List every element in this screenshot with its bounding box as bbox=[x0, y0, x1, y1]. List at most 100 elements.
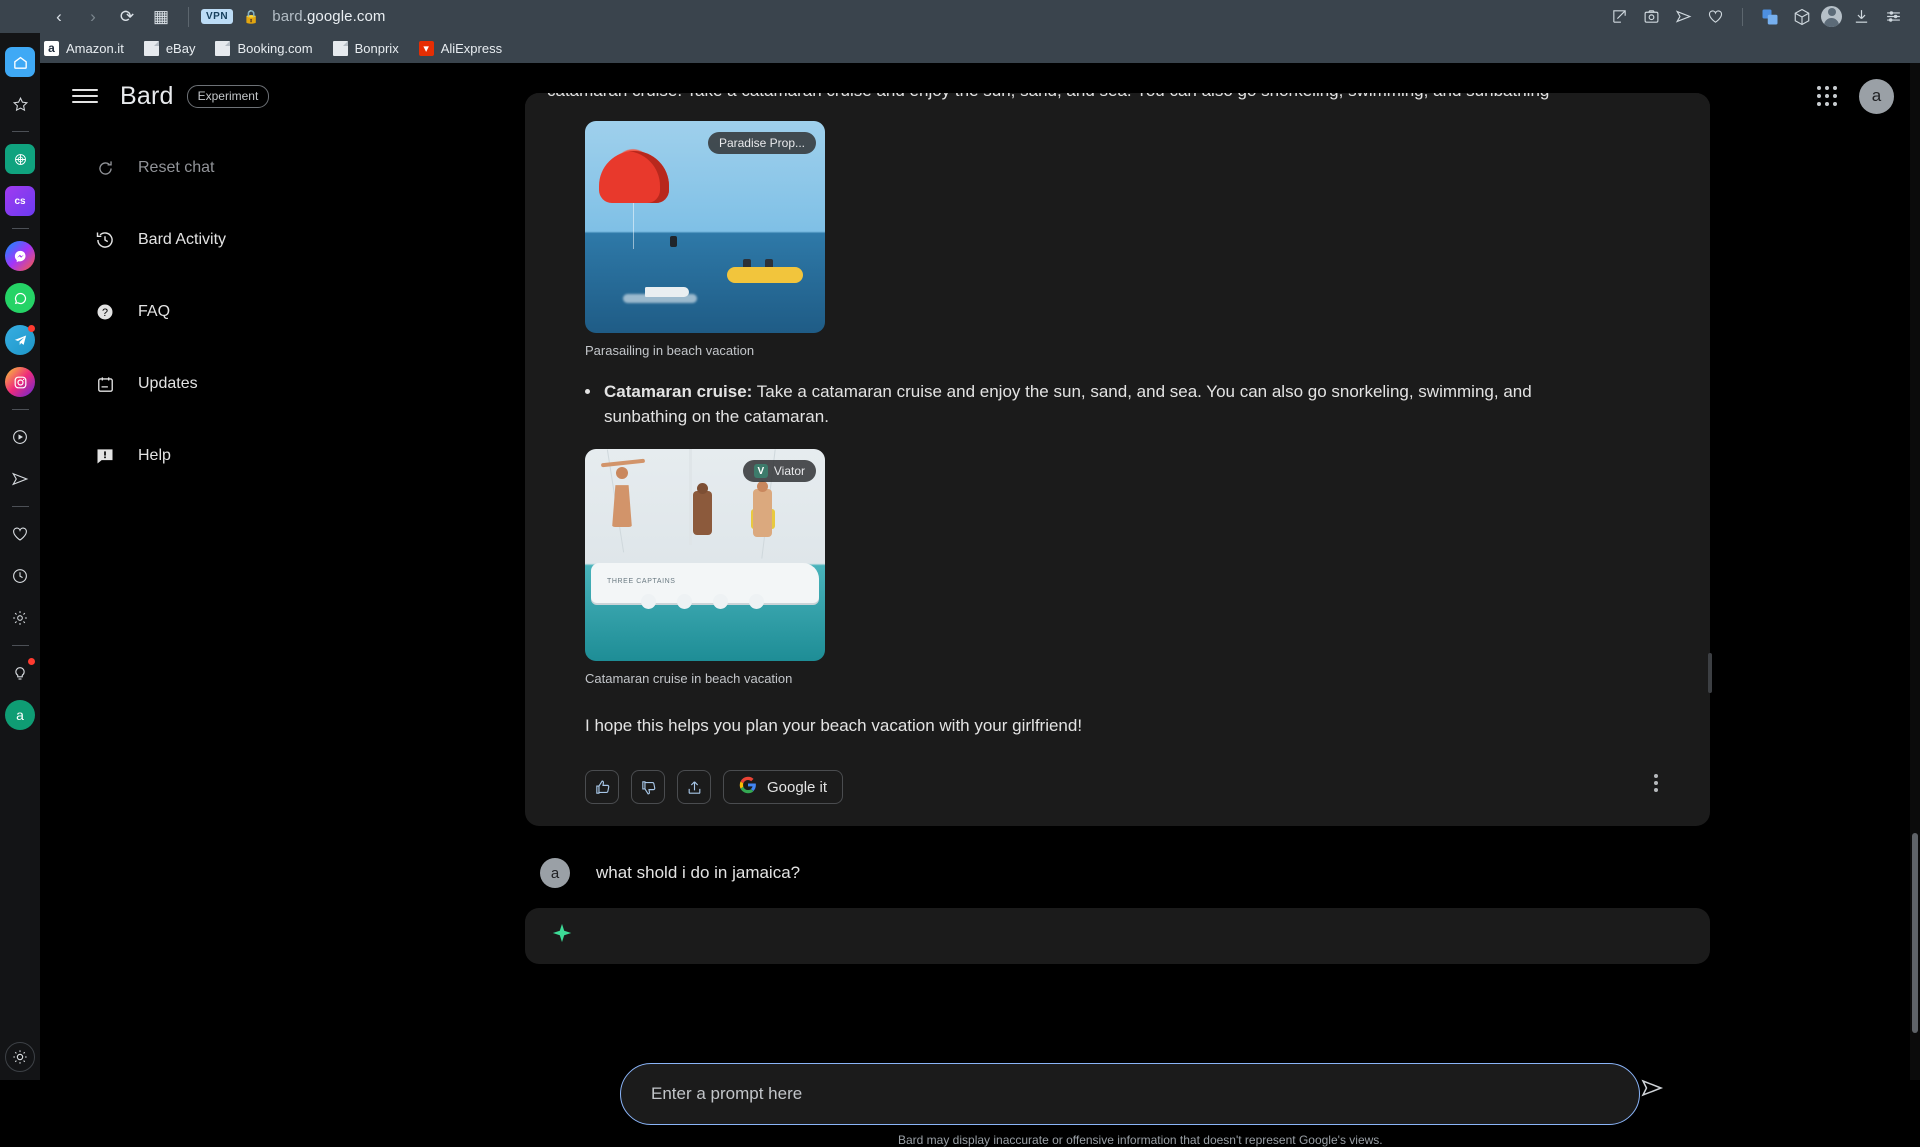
messenger-icon[interactable] bbox=[5, 241, 35, 271]
translate-icon[interactable] bbox=[1757, 4, 1783, 30]
parasailer-figure bbox=[670, 236, 677, 247]
speedboat-shape bbox=[645, 287, 689, 297]
svg-text:?: ? bbox=[102, 307, 108, 319]
reload-icon[interactable]: ⟳ bbox=[112, 2, 142, 32]
bullet-item: Catamaran cruise: Take a catamaran cruis… bbox=[585, 380, 1650, 429]
download-icon[interactable] bbox=[1848, 4, 1874, 30]
play-circle-icon[interactable] bbox=[5, 422, 35, 452]
bard-sparkle-icon bbox=[551, 922, 573, 950]
bookmark-amazon[interactable]: a Amazon.it bbox=[44, 41, 124, 56]
history-clock-icon[interactable] bbox=[5, 561, 35, 591]
sidebar-item-help[interactable]: Help bbox=[40, 431, 420, 481]
person-figure bbox=[693, 491, 712, 535]
response-scrollbar[interactable] bbox=[1708, 653, 1712, 693]
person-figure bbox=[611, 473, 633, 527]
lock-icon: 🔒 bbox=[243, 9, 259, 25]
settings-sliders-icon[interactable] bbox=[1880, 4, 1906, 30]
send-icon[interactable] bbox=[1670, 4, 1696, 30]
sidebar-item-bard-activity[interactable]: Bard Activity bbox=[40, 215, 420, 265]
share-icon[interactable] bbox=[677, 770, 711, 804]
catamaran-cruise-image[interactable]: THREE CAPTAINS V Viator bbox=[585, 449, 825, 661]
fender-shape bbox=[677, 594, 692, 609]
reset-icon bbox=[94, 157, 116, 179]
help-circle-icon: ? bbox=[94, 301, 116, 323]
tab-grid-icon[interactable]: ▦ bbox=[146, 2, 176, 32]
heart-icon[interactable] bbox=[5, 519, 35, 549]
cs-app-icon[interactable]: cs bbox=[5, 186, 35, 216]
send-icon[interactable] bbox=[1640, 1076, 1664, 1106]
sidebar-item-reset-chat[interactable]: Reset chat bbox=[40, 143, 420, 193]
hamburger-menu-icon[interactable] bbox=[72, 83, 98, 109]
image-source-badge[interactable]: Paradise Prop... bbox=[708, 132, 816, 154]
image-block-parasailing: Paradise Prop... Parasailing in beach va… bbox=[585, 121, 1650, 358]
spacer bbox=[40, 337, 420, 359]
bookmark-booking[interactable]: Booking.com bbox=[215, 41, 312, 56]
person-head bbox=[616, 467, 628, 479]
bookmarks-bar: a Amazon.it eBay Booking.com Bonprix ▾ A… bbox=[0, 33, 1920, 63]
avatar[interactable]: a bbox=[1859, 79, 1894, 114]
avatar: a bbox=[540, 858, 570, 888]
bookmark-ebay[interactable]: eBay bbox=[144, 41, 196, 56]
back-arrow-icon[interactable]: ‹ bbox=[44, 2, 74, 32]
whatsapp-icon[interactable] bbox=[5, 283, 35, 313]
openai-icon[interactable] bbox=[5, 144, 35, 174]
thumb-down-icon[interactable] bbox=[631, 770, 665, 804]
page-icon bbox=[333, 41, 348, 56]
os-sidebar-rail: cs a bbox=[0, 33, 40, 1080]
search-input[interactable] bbox=[651, 1084, 1609, 1104]
viator-icon: V bbox=[754, 464, 768, 478]
google-apps-grid-icon[interactable] bbox=[1817, 86, 1837, 106]
account-avatar-icon[interactable]: a bbox=[5, 700, 35, 730]
banana-boat-shape bbox=[727, 267, 803, 283]
rail-divider bbox=[12, 645, 29, 646]
spacer bbox=[40, 409, 420, 431]
bookmark-bonprix[interactable]: Bonprix bbox=[333, 41, 399, 56]
cube-icon[interactable] bbox=[1789, 4, 1815, 30]
spacer bbox=[40, 193, 420, 215]
vpn-badge[interactable]: VPN bbox=[201, 9, 233, 24]
fender-shape bbox=[641, 594, 656, 609]
image-source-label: Viator bbox=[774, 464, 805, 478]
camera-icon[interactable] bbox=[1638, 4, 1664, 30]
settings-gear-icon[interactable] bbox=[5, 603, 35, 633]
home-icon[interactable] bbox=[5, 47, 35, 77]
page-title: Bard bbox=[120, 82, 174, 111]
google-it-button[interactable]: Google it bbox=[723, 770, 843, 804]
forward-arrow-icon[interactable]: › bbox=[78, 2, 108, 32]
pin-icon[interactable] bbox=[1606, 4, 1632, 30]
pending-response-card bbox=[525, 908, 1710, 964]
page-scrollbar-track[interactable] bbox=[1910, 63, 1920, 1080]
sidebar-item-updates[interactable]: Updates bbox=[40, 359, 420, 409]
bookmark-aliexpress[interactable]: ▾ AliExpress bbox=[419, 41, 502, 56]
instagram-icon[interactable] bbox=[5, 367, 35, 397]
brightness-sun-icon[interactable] bbox=[5, 1042, 35, 1072]
heart-icon[interactable] bbox=[1702, 4, 1728, 30]
person-arms bbox=[601, 459, 645, 468]
sidebar-item-label: Reset chat bbox=[138, 159, 214, 177]
parasailing-image[interactable]: Paradise Prop... bbox=[585, 121, 825, 333]
page-scrollbar-thumb[interactable] bbox=[1912, 833, 1918, 1033]
tips-bulb-icon[interactable] bbox=[5, 658, 35, 688]
telegram-icon[interactable] bbox=[5, 325, 35, 355]
parachute-shape bbox=[599, 151, 669, 203]
sidebar-item-label: FAQ bbox=[138, 303, 170, 321]
bard-app: Bard Experiment a Reset chat Bard Activi… bbox=[40, 63, 1920, 1080]
prompt-composer[interactable] bbox=[620, 1063, 1640, 1125]
bookmark-label: Bonprix bbox=[355, 41, 399, 56]
sidebar-item-label: Updates bbox=[138, 375, 198, 393]
sidebar-item-label: Help bbox=[138, 447, 171, 465]
address-bar[interactable]: bard.google.com bbox=[272, 8, 385, 25]
image-source-badge[interactable]: V Viator bbox=[743, 460, 816, 482]
page-icon bbox=[215, 41, 230, 56]
rail-divider bbox=[12, 409, 29, 410]
browser-toolbar-actions bbox=[1606, 4, 1906, 30]
sidebar-item-faq[interactable]: ? FAQ bbox=[40, 287, 420, 337]
more-options-icon[interactable] bbox=[1654, 774, 1658, 792]
send-paperplane-icon[interactable] bbox=[5, 464, 35, 494]
aliexpress-icon: ▾ bbox=[419, 41, 434, 56]
favorites-star-icon[interactable] bbox=[5, 89, 35, 119]
profile-avatar-icon[interactable] bbox=[1821, 6, 1842, 27]
thumb-up-icon[interactable] bbox=[585, 770, 619, 804]
toolbar-divider bbox=[1742, 8, 1743, 26]
boat-name-label: THREE CAPTAINS bbox=[607, 578, 676, 585]
